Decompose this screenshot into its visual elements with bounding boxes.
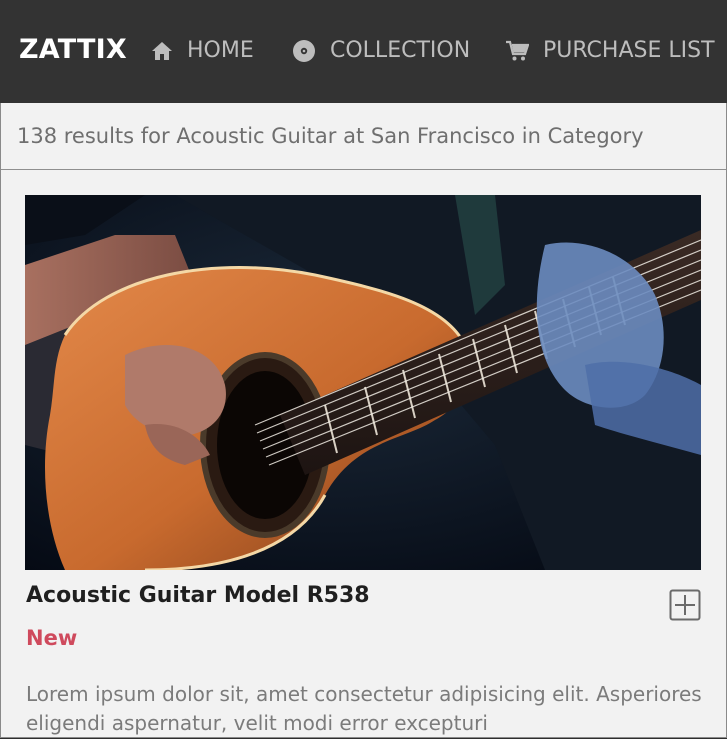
product-card[interactable]: Acoustic Guitar Model R538 New Lorem ips… xyxy=(1,171,726,737)
status-badge: New xyxy=(26,626,78,650)
nav-purchase-list-label: PURCHASE LIST xyxy=(543,38,715,63)
nav-home-label: HOME xyxy=(187,38,254,63)
nav-collection[interactable]: COLLECTION xyxy=(292,38,470,63)
product-description: Lorem ipsum dolor sit, amet consectetur … xyxy=(26,682,702,735)
cart-icon xyxy=(505,40,529,62)
product-image[interactable] xyxy=(25,195,701,570)
results-summary: 138 results for Acoustic Guitar at San F… xyxy=(1,103,726,170)
brand-logo[interactable]: ZATTIX xyxy=(19,34,127,65)
disc-icon xyxy=(292,39,316,63)
nav-home[interactable]: HOME xyxy=(151,38,254,63)
product-title[interactable]: Acoustic Guitar Model R538 xyxy=(26,583,370,608)
add-to-list-button[interactable] xyxy=(669,589,701,621)
nav-collection-label: COLLECTION xyxy=(330,38,471,63)
top-navbar: ZATTIX HOME COLLECTION PURCHASE LIST xyxy=(0,0,727,103)
results-panel: 138 results for Acoustic Guitar at San F… xyxy=(0,103,727,738)
nav-purchase-list[interactable]: PURCHASE LIST xyxy=(505,38,715,63)
home-icon xyxy=(151,41,173,61)
plus-square-icon xyxy=(669,589,701,621)
